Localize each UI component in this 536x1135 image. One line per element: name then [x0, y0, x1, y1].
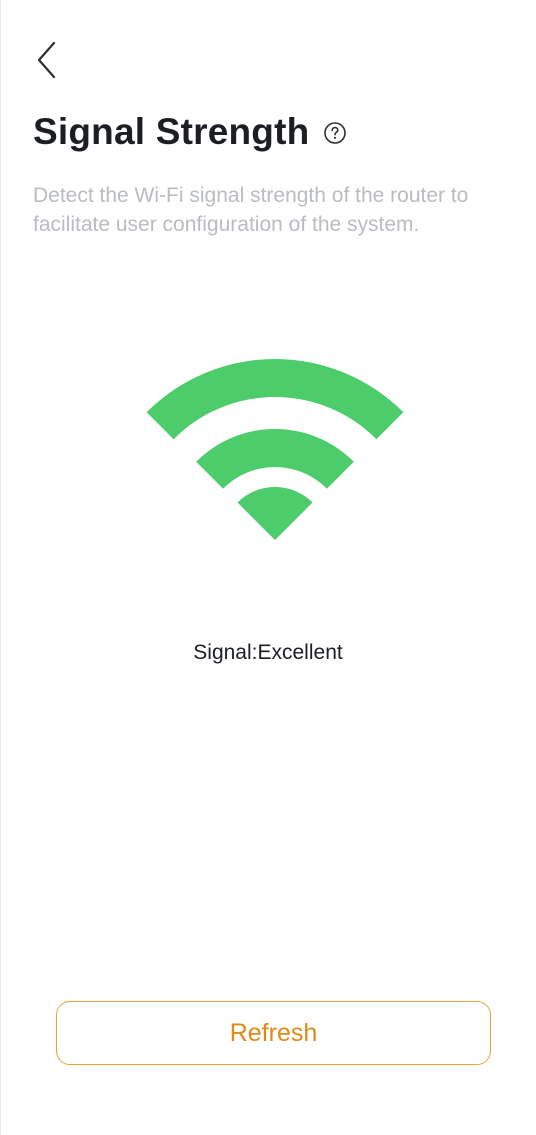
wifi-signal-icon [140, 340, 410, 550]
wifi-arc-outer [146, 358, 404, 440]
page-header: Signal Strength [33, 104, 347, 160]
refresh-button[interactable]: Refresh [56, 1001, 491, 1065]
wifi-arc-middle [196, 428, 354, 489]
question-circle-icon[interactable] [323, 121, 347, 145]
wifi-arc-inner [237, 486, 313, 540]
chevron-left-icon [26, 38, 66, 82]
page-title: Signal Strength [33, 111, 310, 152]
refresh-button-label: Refresh [229, 1018, 318, 1047]
signal-status-text: Signal:Excellent [193, 641, 343, 664]
page-description: Detect the Wi-Fi signal strength of the … [33, 184, 469, 236]
screen-edge-divider [0, 0, 1, 1135]
back-button[interactable] [26, 38, 66, 82]
